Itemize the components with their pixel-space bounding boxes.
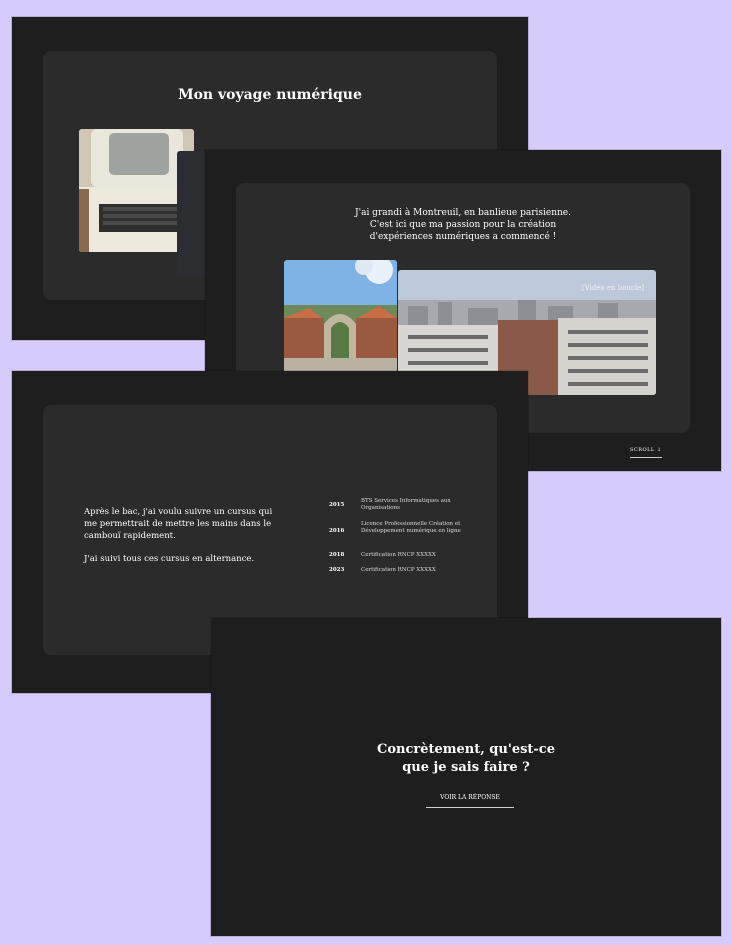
timeline-text: BTS Services Informatiques aux Organisat… bbox=[361, 498, 451, 511]
scroll-hint[interactable]: SCROLL ↓ bbox=[630, 447, 662, 458]
timeline-year: 2023 bbox=[329, 567, 345, 573]
cursus-paragraph: Après le bac, j'ai voulu suivre un cursu… bbox=[84, 507, 273, 541]
question-text: Concrètement, qu'est-ce que je sais fair… bbox=[376, 742, 555, 775]
slide-title: Mon voyage numérique bbox=[178, 87, 362, 103]
see-answer-button[interactable]: VOIR LA RÉPONSE bbox=[426, 794, 514, 808]
timeline-text: Certification RNCP XXXXX bbox=[361, 552, 436, 558]
video-loop-label: [Vidéo en boucle] bbox=[581, 284, 644, 292]
timeline-year: 2016 bbox=[329, 528, 345, 534]
timeline-year: 2015 bbox=[329, 502, 345, 508]
timeline-text: Licence Professionnelle Création et Déve… bbox=[361, 521, 461, 534]
alternance-paragraph: J'ai suivi tous ces cursus en alternance… bbox=[84, 554, 255, 564]
dark-photo-strip bbox=[177, 151, 207, 275]
slide-competences: Concrètement, qu'est-ce que je sais fair… bbox=[211, 618, 721, 936]
timeline-year: 2018 bbox=[329, 552, 345, 558]
intro-text: J'ai grandi à Montreuil, en banlieue par… bbox=[355, 208, 571, 242]
timeline-text: Certification RNCP XXXXX bbox=[361, 567, 436, 573]
montreuil-gate-photo bbox=[284, 260, 397, 373]
question-heading: Concrètement, qu'est-ce que je sais fair… bbox=[211, 741, 721, 777]
